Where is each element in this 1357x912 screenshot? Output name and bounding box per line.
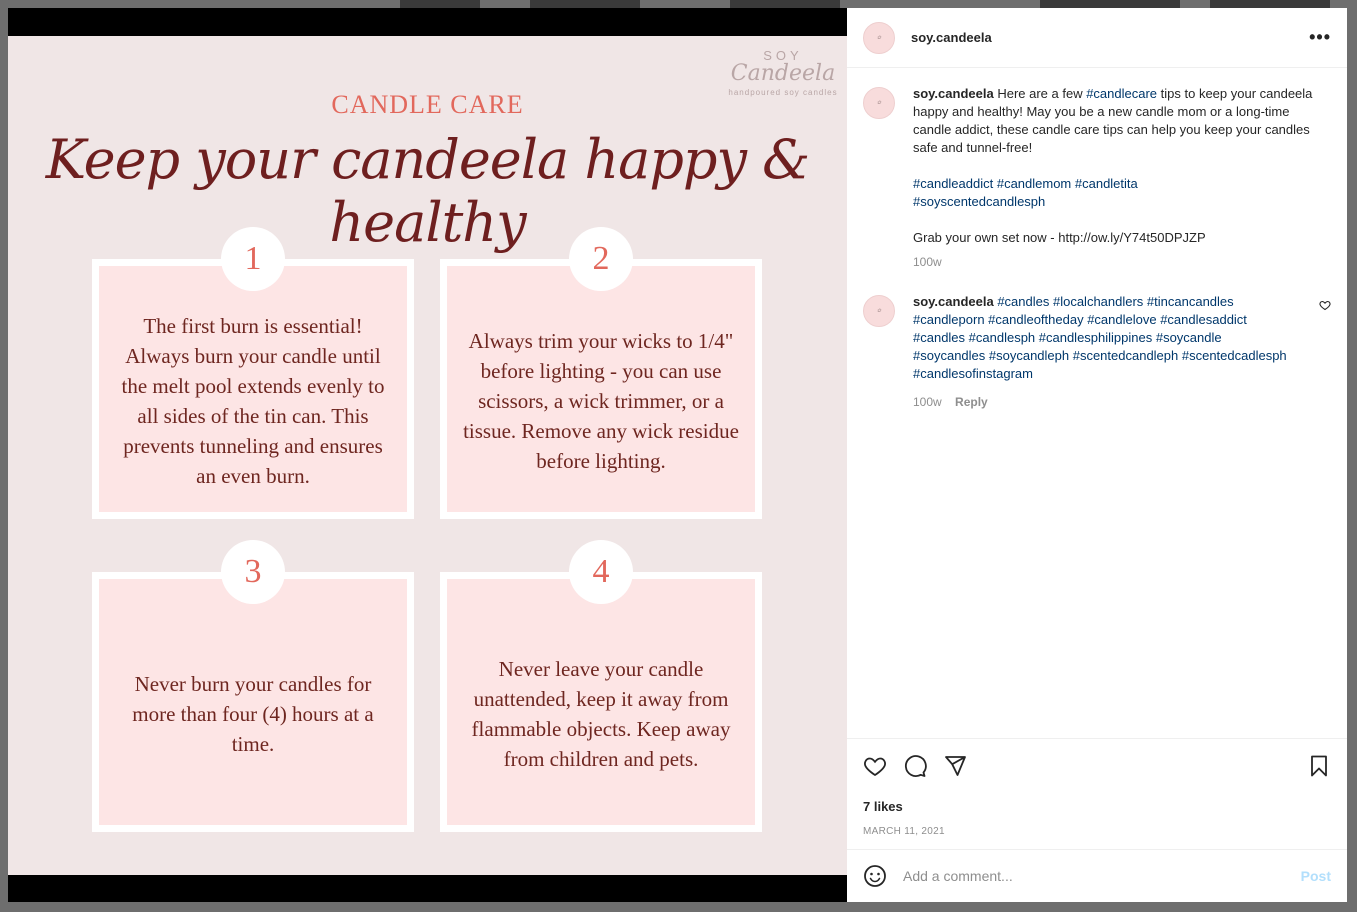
hashtag-line[interactable]: #soyscentedcandlesph bbox=[913, 193, 1323, 211]
background-thumbnail bbox=[730, 0, 840, 8]
avatar-logo-icon: ✿ bbox=[876, 100, 882, 106]
action-icon-row bbox=[863, 751, 1331, 781]
background-thumbnail bbox=[1210, 0, 1330, 8]
share-send-icon[interactable] bbox=[943, 754, 967, 778]
likes-count[interactable]: 7 likes bbox=[863, 799, 1331, 814]
post-image: SOY Candeela handpoured soy candles CAND… bbox=[8, 36, 847, 875]
emoji-icon[interactable] bbox=[863, 864, 887, 888]
tip-card-2: Always trim your wicks to 1/4" before li… bbox=[440, 227, 762, 519]
tip-number-badge: 4 bbox=[569, 540, 633, 604]
tip-card-3: Never burn your candles for more than fo… bbox=[92, 540, 414, 832]
like-heart-icon[interactable] bbox=[863, 754, 887, 778]
comment-time[interactable]: 100w bbox=[913, 395, 942, 409]
tip-card-1: The first burn is essential! Always burn… bbox=[92, 227, 414, 519]
background-thumbnail bbox=[400, 0, 480, 8]
post-media[interactable]: SOY Candeela handpoured soy candles CAND… bbox=[8, 8, 847, 902]
avatar[interactable]: ✿ bbox=[863, 295, 895, 327]
tip-card-text: Never leave your candle unattended, keep… bbox=[471, 657, 731, 771]
tip-card-text: Always trim your wicks to 1/4" before li… bbox=[463, 329, 739, 473]
comment-like-heart-icon[interactable] bbox=[1319, 299, 1331, 311]
avatar-logo-icon: ✿ bbox=[876, 308, 882, 314]
caption-username[interactable]: soy.candeela bbox=[913, 86, 994, 101]
caption-time[interactable]: 100w bbox=[913, 255, 942, 269]
tip-card-inner: Always trim your wicks to 1/4" before li… bbox=[447, 266, 755, 512]
post-actions: 7 likes MARCH 11, 2021 bbox=[847, 738, 1347, 837]
hashtag-line[interactable]: #candleaddict #candlemom #candletita bbox=[913, 175, 1323, 193]
tip-card-4: Never leave your candle unattended, keep… bbox=[440, 540, 762, 832]
tip-card-text: Never burn your candles for more than fo… bbox=[132, 672, 374, 756]
tip-card-inner: The first burn is essential! Always burn… bbox=[99, 266, 407, 512]
avatar-logo-icon: ✿ bbox=[876, 34, 882, 41]
tip-number-badge: 2 bbox=[569, 227, 633, 291]
caption-text-before: Here are a few bbox=[997, 86, 1087, 101]
image-script-title: Keep your candeela happy & healthy bbox=[45, 128, 811, 254]
tip-card-text: The first burn is essential! Always burn… bbox=[121, 314, 385, 488]
comments-list[interactable]: ✿ soy.candeela Here are a few #candlecar… bbox=[847, 69, 1347, 739]
header-username[interactable]: soy.candeela bbox=[911, 30, 992, 45]
image-heading: CANDLE CARE bbox=[331, 90, 524, 119]
background-thumbnail bbox=[530, 0, 640, 8]
avatar[interactable]: ✿ bbox=[863, 21, 895, 54]
comment-body: soy.candeela #candles #localchandlers #t… bbox=[913, 293, 1293, 411]
background-thumbnail bbox=[1040, 0, 1180, 8]
brand-logo-name: Candeela bbox=[730, 61, 836, 86]
comment-username[interactable]: soy.candeela bbox=[913, 294, 994, 309]
caption-body: soy.candeela Here are a few #candlecare … bbox=[913, 85, 1323, 271]
post-header: ✿ soy.candeela ••• bbox=[847, 8, 1347, 68]
save-bookmark-icon[interactable] bbox=[1307, 754, 1331, 778]
caption-comment: ✿ soy.candeela Here are a few #candlecar… bbox=[863, 85, 1331, 271]
post-sidebar: ✿ soy.candeela ••• ✿ soy.candeela Here a… bbox=[847, 8, 1347, 902]
avatar[interactable]: ✿ bbox=[863, 87, 895, 119]
tip-card-inner: Never leave your candle unattended, keep… bbox=[447, 579, 755, 825]
post-comment-button[interactable]: Post bbox=[1301, 868, 1331, 884]
reply-button[interactable]: Reply bbox=[955, 395, 988, 409]
post-date[interactable]: MARCH 11, 2021 bbox=[863, 826, 1331, 837]
post-modal: SOY Candeela handpoured soy candles CAND… bbox=[8, 8, 1347, 902]
hashtag-link[interactable]: #candlecare bbox=[1086, 86, 1157, 101]
comment-bubble-icon[interactable] bbox=[903, 754, 927, 778]
more-options-icon[interactable]: ••• bbox=[1309, 27, 1331, 48]
comment-input[interactable] bbox=[903, 868, 1301, 884]
caption-grab-text: Grab your own set now - http://ow.ly/Y74… bbox=[913, 230, 1206, 245]
tip-number-badge: 3 bbox=[221, 540, 285, 604]
comment-meta: 100w Reply bbox=[913, 393, 1293, 411]
caption-meta: 100w bbox=[913, 253, 1323, 271]
tip-card-inner: Never burn your candles for more than fo… bbox=[99, 579, 407, 825]
tip-number-badge: 1 bbox=[221, 227, 285, 291]
add-comment-bar: Post bbox=[847, 849, 1347, 902]
comment-item: ✿ soy.candeela #candles #localchandlers … bbox=[863, 293, 1331, 411]
